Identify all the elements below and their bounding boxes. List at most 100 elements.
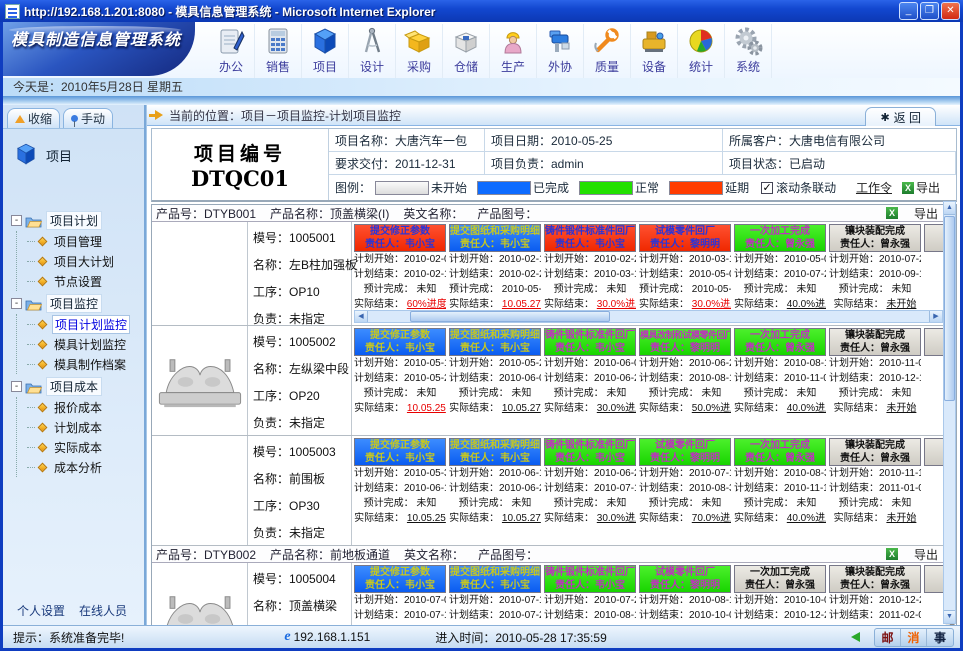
toolbar-item-equipment[interactable]: 设备 <box>631 24 678 78</box>
stage-value-link[interactable]: 60%进度 <box>407 299 446 309</box>
stage-field: 计划开始：2010-06-21 <box>544 466 636 481</box>
mold-info-field: 负责：未指定 <box>253 524 351 541</box>
tray-button-事[interactable]: 事 <box>927 629 953 646</box>
toolbar-item-outsource[interactable]: 外协 <box>537 24 584 78</box>
stage-value: 2010-11-02 <box>784 373 826 384</box>
stage-header-green: 一次加工完成责任人：曾永强 <box>734 224 826 252</box>
tree-item-项目计划监控[interactable]: 项目计划监控 <box>17 314 144 334</box>
sidebar-module-project[interactable]: 项目 <box>3 129 144 170</box>
stage-value-link[interactable]: 10.05.25 <box>407 403 446 414</box>
stage-field: 实际结束： 40.0%进度 <box>734 297 826 309</box>
stage-header-green: 一次加工完成责任人：曾永强 <box>734 438 826 466</box>
stage-value-link[interactable]: 未开始 <box>886 403 916 414</box>
mold-info-cell: 模号：1005002名称：左纵梁中段工序：OP20负责：未指定 <box>247 326 352 435</box>
personal-settings-link[interactable]: 个人设置 <box>17 602 65 619</box>
stage-value-link[interactable]: 30.0%进度 <box>597 299 636 309</box>
stage-owner: 责任人：黎明明 <box>640 342 730 355</box>
stage-value-link[interactable]: 未开始 <box>886 513 916 524</box>
product-export-link[interactable]: 导出 <box>882 546 938 563</box>
tray-button-消[interactable]: 消 <box>901 629 927 646</box>
scroll-up-arrow[interactable]: ▲ <box>944 202 955 215</box>
stage-value-link[interactable]: 40.0%进度 <box>787 513 826 524</box>
toolbar-item-label: 项目 <box>313 58 337 75</box>
tree-item-报价成本[interactable]: 报价成本 <box>17 397 144 417</box>
stage-value: 2010-06-21 <box>499 483 541 494</box>
stage-cell: 试模零件回厂责任人：黎明明计划开始：2010-03-19计划结束：2010-05… <box>639 224 731 309</box>
vertical-scroll-thumb[interactable] <box>944 216 955 401</box>
stage-owner: 责任人：曾永强 <box>735 238 825 251</box>
tree-item-成本分析[interactable]: 成本分析 <box>17 457 144 477</box>
mold-info-cell: 模号：1005003名称：前围板工序：OP30负责：未指定 <box>247 436 352 545</box>
date-banner: 今天是：2010年5月28日 星期五 <box>3 78 960 96</box>
tree-children: 报价成本计划成本实际成本成本分析 <box>16 397 144 477</box>
tree-item-计划成本[interactable]: 计划成本 <box>17 417 144 437</box>
minimize-button[interactable]: _ <box>899 2 918 20</box>
tree-item-节点设置[interactable]: 节点设置 <box>17 271 144 291</box>
scroll-down-arrow[interactable]: ▼ <box>944 610 955 623</box>
stage-value-link[interactable]: 40.0%进度 <box>787 299 826 309</box>
stage-value: 2010-02-27 <box>499 269 541 280</box>
stage-value: 2010-03-19 <box>594 269 636 280</box>
toolbar-item-purchase[interactable]: 采购 <box>396 24 443 78</box>
stage-value-link[interactable]: 70.0%进度 <box>692 513 731 524</box>
tree-item-实际成本[interactable]: 实际成本 <box>17 437 144 457</box>
product-export-link[interactable]: 导出 <box>882 205 938 222</box>
stage-owner: 责任人：曾永强 <box>830 579 920 592</box>
close-button[interactable]: ✕ <box>941 2 960 20</box>
toolbar-item-design[interactable]: 设计 <box>349 24 396 78</box>
stage-value-link[interactable]: 40.0%进度 <box>787 403 826 414</box>
stage-value-link[interactable]: 30.0%进度 <box>597 513 636 524</box>
tray-button-邮[interactable]: 邮 <box>875 629 901 646</box>
scroll-right-arrow[interactable]: ▶ <box>929 311 942 322</box>
scroll-left-arrow[interactable]: ◀ <box>355 311 368 322</box>
stage-title: 提交修正参数 <box>355 225 445 238</box>
online-users-link[interactable]: 在线人员 <box>79 602 127 619</box>
project-export-link[interactable]: 导出 <box>902 179 940 196</box>
restore-button[interactable]: ❐ <box>920 2 939 20</box>
toolbar-item-storage[interactable]: 仓储 <box>443 24 490 78</box>
tree-item-模具计划监控[interactable]: 模具计划监控 <box>17 334 144 354</box>
tree-item-模具制作档案[interactable]: 模具制作档案 <box>17 354 144 374</box>
horizontal-scroll-thumb[interactable] <box>410 311 610 322</box>
sidebar-tab-collapse[interactable]: 收缩 <box>7 108 60 128</box>
stage-cell: 试模零件回厂责任人：黎明明计划开始：2010-07-11计划结束：2010-08… <box>639 438 731 545</box>
stage-field: 预计完成： 未知 <box>449 386 541 401</box>
vertical-scrollbar[interactable]: ▲ ▼ <box>943 201 956 624</box>
stage-value-link[interactable]: 10.05.27 <box>502 299 541 309</box>
mold-info-field: 名称：顶盖横梁 <box>253 597 351 614</box>
tree-expander-icon[interactable]: - <box>11 381 22 392</box>
stage-owner: 责任人：韦小宝 <box>355 579 445 592</box>
toolbar-item-system[interactable]: 系统 <box>725 24 772 78</box>
stage-value-link[interactable]: 30.0%进度 <box>597 403 636 414</box>
tree-expander-icon[interactable]: - <box>11 298 22 309</box>
stage-value-link[interactable]: 10.05.27 <box>502 513 541 524</box>
stage-value-link[interactable]: 未开始 <box>886 299 916 309</box>
stage-value-link[interactable]: 30.0%进度 <box>692 299 731 309</box>
toolbar-item-office[interactable]: 办公 <box>208 24 255 78</box>
tree-item-项目大计划[interactable]: 项目大计划 <box>17 251 144 271</box>
stage-value-link[interactable]: 10.05.25 <box>407 513 446 524</box>
project-date: 项目日期：2010-05-25 <box>485 129 723 152</box>
stage-field: 预计完成： 未知 <box>639 496 731 511</box>
tree-item-项目管理[interactable]: 项目管理 <box>17 231 144 251</box>
horizontal-scrollbar[interactable]: ◀▶ <box>354 310 943 323</box>
scrollbar-link-checkbox[interactable] <box>761 182 773 194</box>
toolbar-item-stats[interactable]: 统计 <box>678 24 725 78</box>
stage-cell: 镶块装配完成责任人：曾永强计划开始：2010-11-02计划结束：2010-12… <box>829 328 921 435</box>
stage-value-link[interactable]: 50.0%进度 <box>692 403 731 414</box>
tree-folder-3[interactable]: -项目成本 <box>11 376 144 397</box>
tree-expander-icon[interactable]: - <box>11 215 22 226</box>
tree-folder-2[interactable]: -项目监控 <box>11 293 144 314</box>
toolbar-item-produce[interactable]: 生产 <box>490 24 537 78</box>
tree-branch: -项目监控项目计划监控模具计划监控模具制作档案 <box>11 293 144 374</box>
work-order-link[interactable]: 工作令 <box>856 179 892 196</box>
stage-field: 实际结束： 10.05.27 <box>449 297 541 309</box>
toolbar-item-project[interactable]: 项目 <box>302 24 349 78</box>
tree-folder-1[interactable]: -项目计划 <box>11 210 144 231</box>
speaker-icon[interactable] <box>851 632 860 642</box>
sidebar-tab-manual[interactable]: 手动 <box>63 108 113 128</box>
stage-value-link[interactable]: 10.05.27 <box>502 403 541 414</box>
toolbar-item-quality[interactable]: 质量 <box>584 24 631 78</box>
back-button[interactable]: ✱ 返 回 <box>865 107 936 126</box>
toolbar-item-sales[interactable]: 销售 <box>255 24 302 78</box>
